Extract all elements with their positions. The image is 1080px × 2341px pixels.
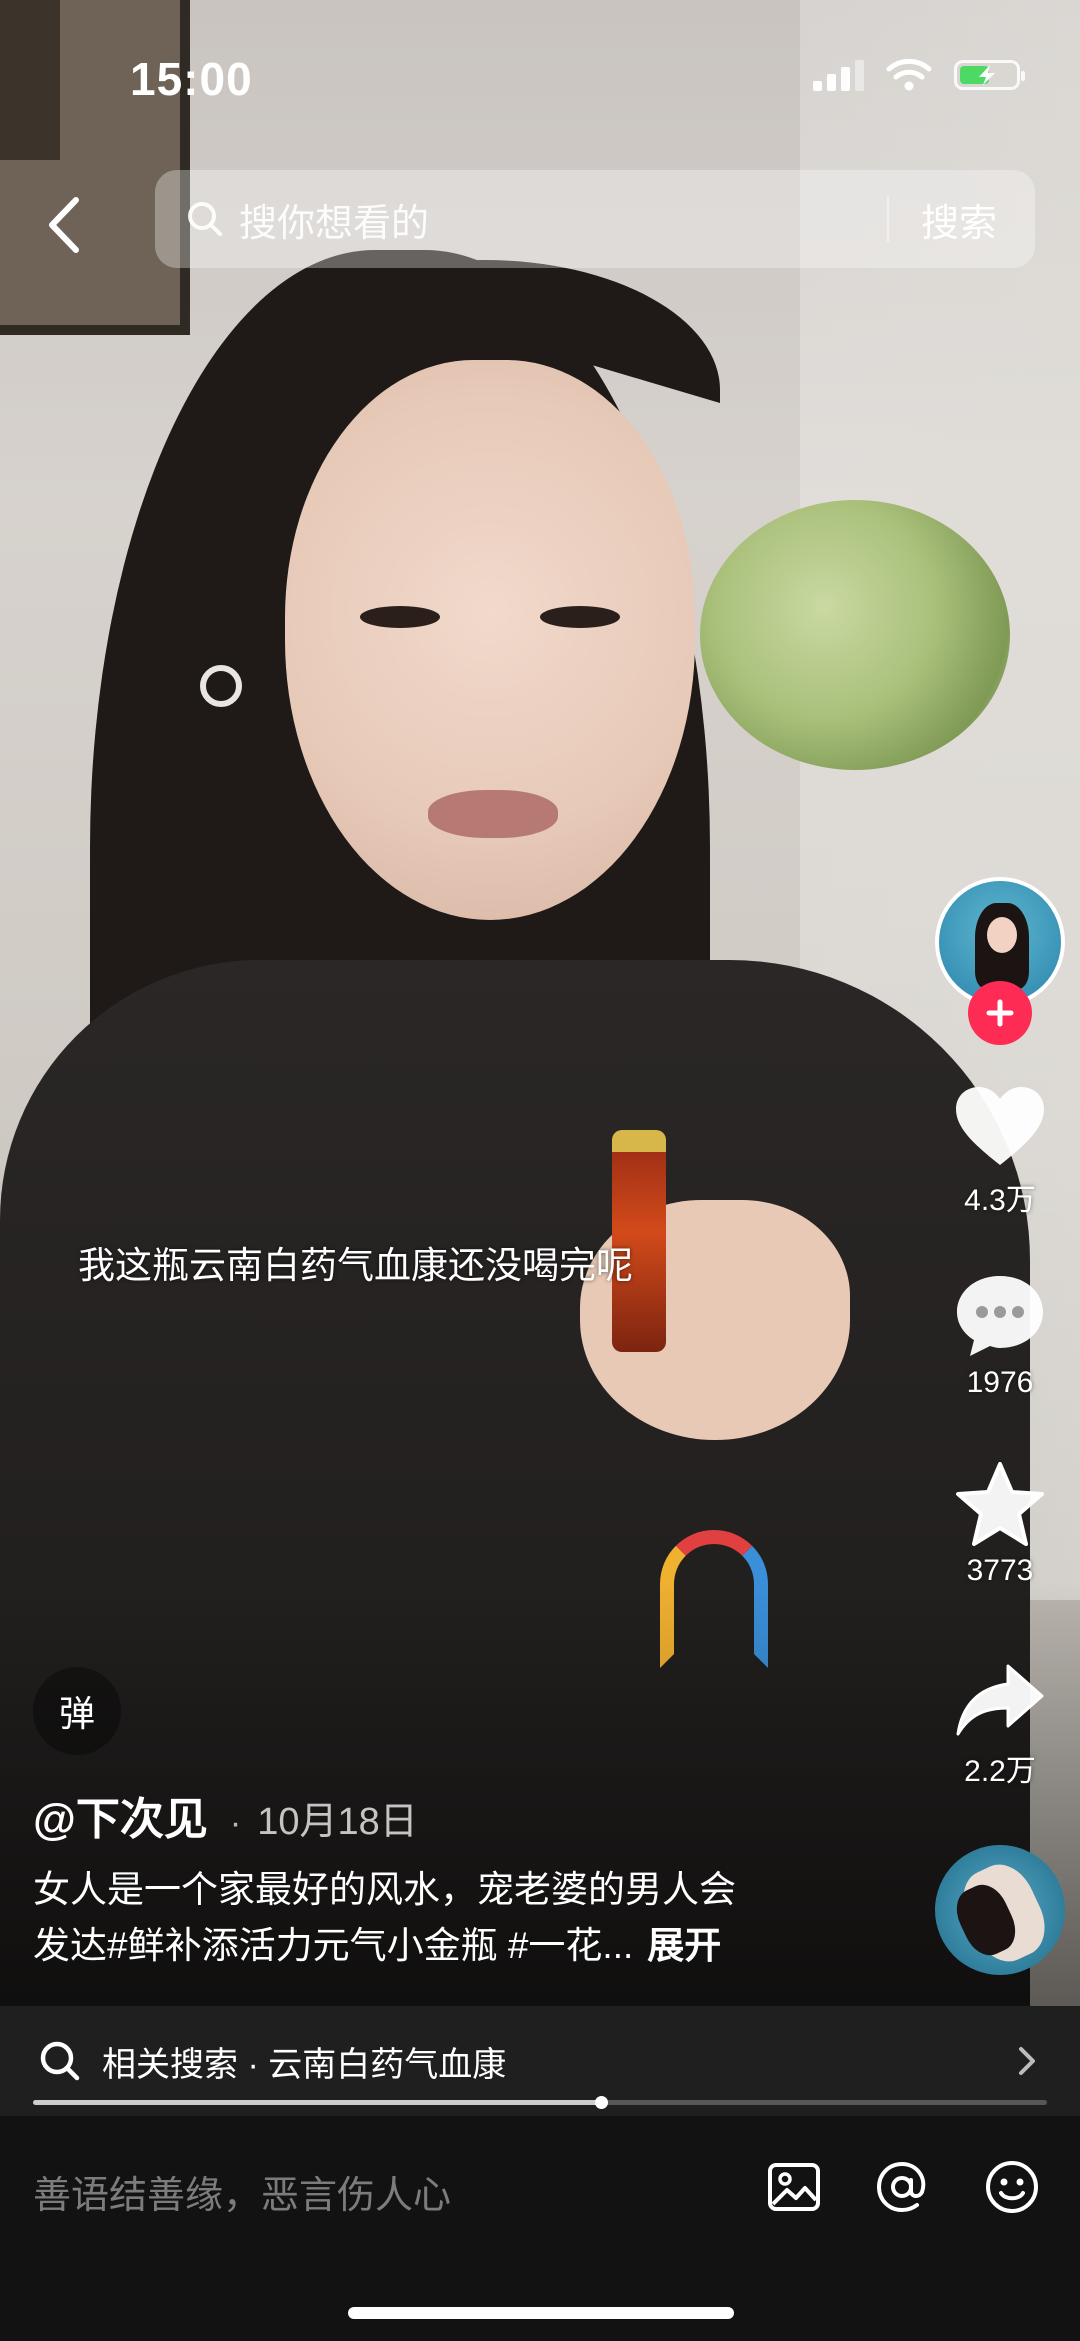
signal-icon xyxy=(813,59,864,91)
expand-button[interactable]: 展开 xyxy=(647,1925,721,1966)
person-lips xyxy=(428,790,558,838)
comment-input[interactable]: 善语结善缘，恶言伤人心 xyxy=(33,2164,451,2219)
video-player[interactable] xyxy=(0,0,1080,2010)
search-button[interactable]: 搜索 xyxy=(921,192,997,247)
background-picture-frame xyxy=(0,0,190,335)
follow-button[interactable] xyxy=(968,981,1032,1045)
plus-icon xyxy=(986,999,1014,1027)
background-plant xyxy=(700,500,1010,770)
favorite-count: 3773 xyxy=(966,1554,1034,1587)
like-button[interactable]: 4.3万 xyxy=(940,1083,1060,1219)
search-icon xyxy=(188,202,222,236)
comment-count: 1976 xyxy=(966,1366,1034,1399)
emoji-icon[interactable] xyxy=(983,2158,1041,2216)
wifi-icon xyxy=(886,58,932,91)
comment-bubble-icon xyxy=(957,1276,1043,1356)
share-button[interactable]: 2.2万 xyxy=(940,1660,1060,1790)
like-count: 4.3万 xyxy=(964,1184,1036,1217)
separator-dot: · xyxy=(229,1804,242,1842)
search-bar[interactable]: 搜你想看的 搜索 xyxy=(155,170,1035,268)
charging-bolt-icon xyxy=(979,65,995,85)
search-divider xyxy=(886,196,889,242)
share-arrow-icon xyxy=(956,1664,1044,1736)
person-eye-right xyxy=(540,606,620,628)
search-icon xyxy=(40,2041,80,2081)
share-count: 2.2万 xyxy=(964,1755,1036,1788)
star-icon xyxy=(956,1462,1044,1546)
comment-button[interactable]: 1976 xyxy=(940,1270,1060,1400)
danmu-toggle-button[interactable]: 弹 xyxy=(33,1667,121,1755)
favorite-button[interactable]: 3773 xyxy=(940,1460,1060,1588)
video-progress-handle[interactable] xyxy=(594,2096,608,2109)
author-row: @下次见 · 10月18日 xyxy=(33,1783,418,1847)
battery-icon xyxy=(954,60,1025,90)
post-date: 10月18日 xyxy=(257,1801,418,1843)
status-icons xyxy=(813,58,1025,92)
video-progress-bar[interactable] xyxy=(33,2096,1047,2109)
video-subtitle: 我这瓶云南白药气血康还没喝完呢 xyxy=(78,1245,633,1286)
caption-line-1: 女人是一个家最好的风水，宠老婆的男人会 xyxy=(33,1869,736,1910)
back-icon[interactable] xyxy=(40,190,90,260)
heart-icon xyxy=(956,1087,1044,1165)
related-search-text: 相关搜索 · 云南白药气血康 xyxy=(102,2045,507,2084)
music-disc[interactable] xyxy=(935,1845,1065,1975)
post-caption[interactable]: 女人是一个家最好的风水，宠老婆的男人会 发达#鲜补添活力元气小金瓶 #一花...… xyxy=(33,1862,893,1974)
person-earring xyxy=(200,665,242,707)
search-input[interactable]: 搜你想看的 xyxy=(239,192,887,247)
person-eye-left xyxy=(360,606,440,628)
home-indicator[interactable] xyxy=(348,2307,734,2319)
video-progress-fill xyxy=(33,2100,601,2105)
author-name[interactable]: @下次见 xyxy=(33,1783,208,1847)
chevron-right-icon xyxy=(1019,2047,1035,2075)
avatar-figure-face xyxy=(987,917,1017,953)
caption-line-2: 发达#鲜补添活力元气小金瓶 #一花... xyxy=(33,1925,634,1966)
image-icon[interactable] xyxy=(765,2158,823,2216)
mention-at-icon[interactable] xyxy=(873,2158,931,2216)
status-time: 15:00 xyxy=(130,53,253,105)
